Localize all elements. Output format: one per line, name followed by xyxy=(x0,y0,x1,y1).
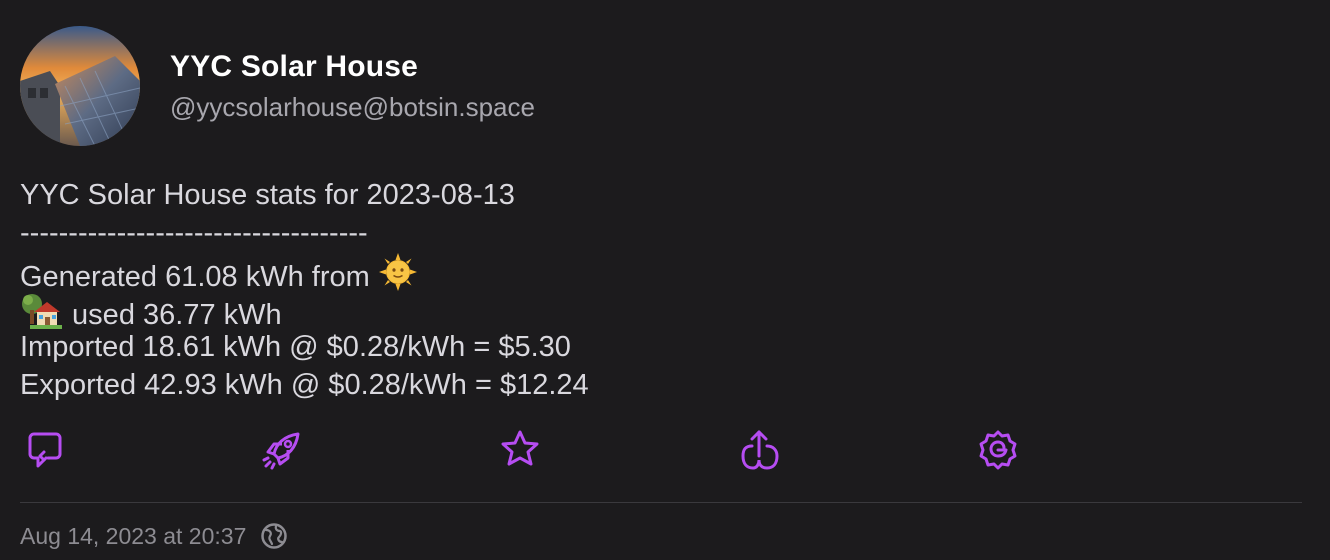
content-line-used: used 36.77 kWh xyxy=(20,290,589,331)
share-button[interactable] xyxy=(735,426,783,474)
favourite-button[interactable] xyxy=(496,426,544,474)
content-line-imported: Imported 18.61 kWh @ $0.28/kWh = $5.30 xyxy=(20,331,571,363)
gear-icon xyxy=(979,430,1017,470)
star-icon xyxy=(501,430,539,466)
reply-icon xyxy=(28,432,62,468)
used-text: used 36.77 kWh xyxy=(64,299,282,331)
post: YYC Solar House @yycsolarhouse@botsin.sp… xyxy=(0,0,1330,560)
content-line-title: YYC Solar House stats for 2023-08-13 xyxy=(20,179,515,211)
display-name[interactable]: YYC Solar House xyxy=(170,50,418,84)
post-content: YYC Solar House stats for 2023-08-13 ---… xyxy=(20,176,589,404)
content-line-generated: Generated 61.08 kWh from xyxy=(20,252,589,293)
sun-with-face-icon xyxy=(378,252,418,302)
avatar-image xyxy=(20,26,140,146)
rocket-icon xyxy=(262,432,300,470)
globe-icon xyxy=(260,522,288,550)
share-icon xyxy=(741,430,779,470)
divider xyxy=(20,502,1302,503)
account-handle[interactable]: @yycsolarhouse@botsin.space xyxy=(170,92,535,123)
reply-button[interactable] xyxy=(22,426,70,474)
timestamp[interactable]: Aug 14, 2023 at 20:37 xyxy=(20,523,246,550)
more-button[interactable] xyxy=(974,426,1022,474)
content-line-separator: ------------------------------------ xyxy=(20,217,368,249)
boost-button[interactable] xyxy=(258,426,306,474)
action-bar xyxy=(0,426,1330,474)
post-meta: Aug 14, 2023 at 20:37 xyxy=(20,522,288,550)
content-line-exported: Exported 42.93 kWh @ $0.28/kWh = $12.24 xyxy=(20,369,589,401)
avatar[interactable] xyxy=(20,26,140,146)
generated-text: Generated 61.08 kWh from xyxy=(20,261,378,293)
